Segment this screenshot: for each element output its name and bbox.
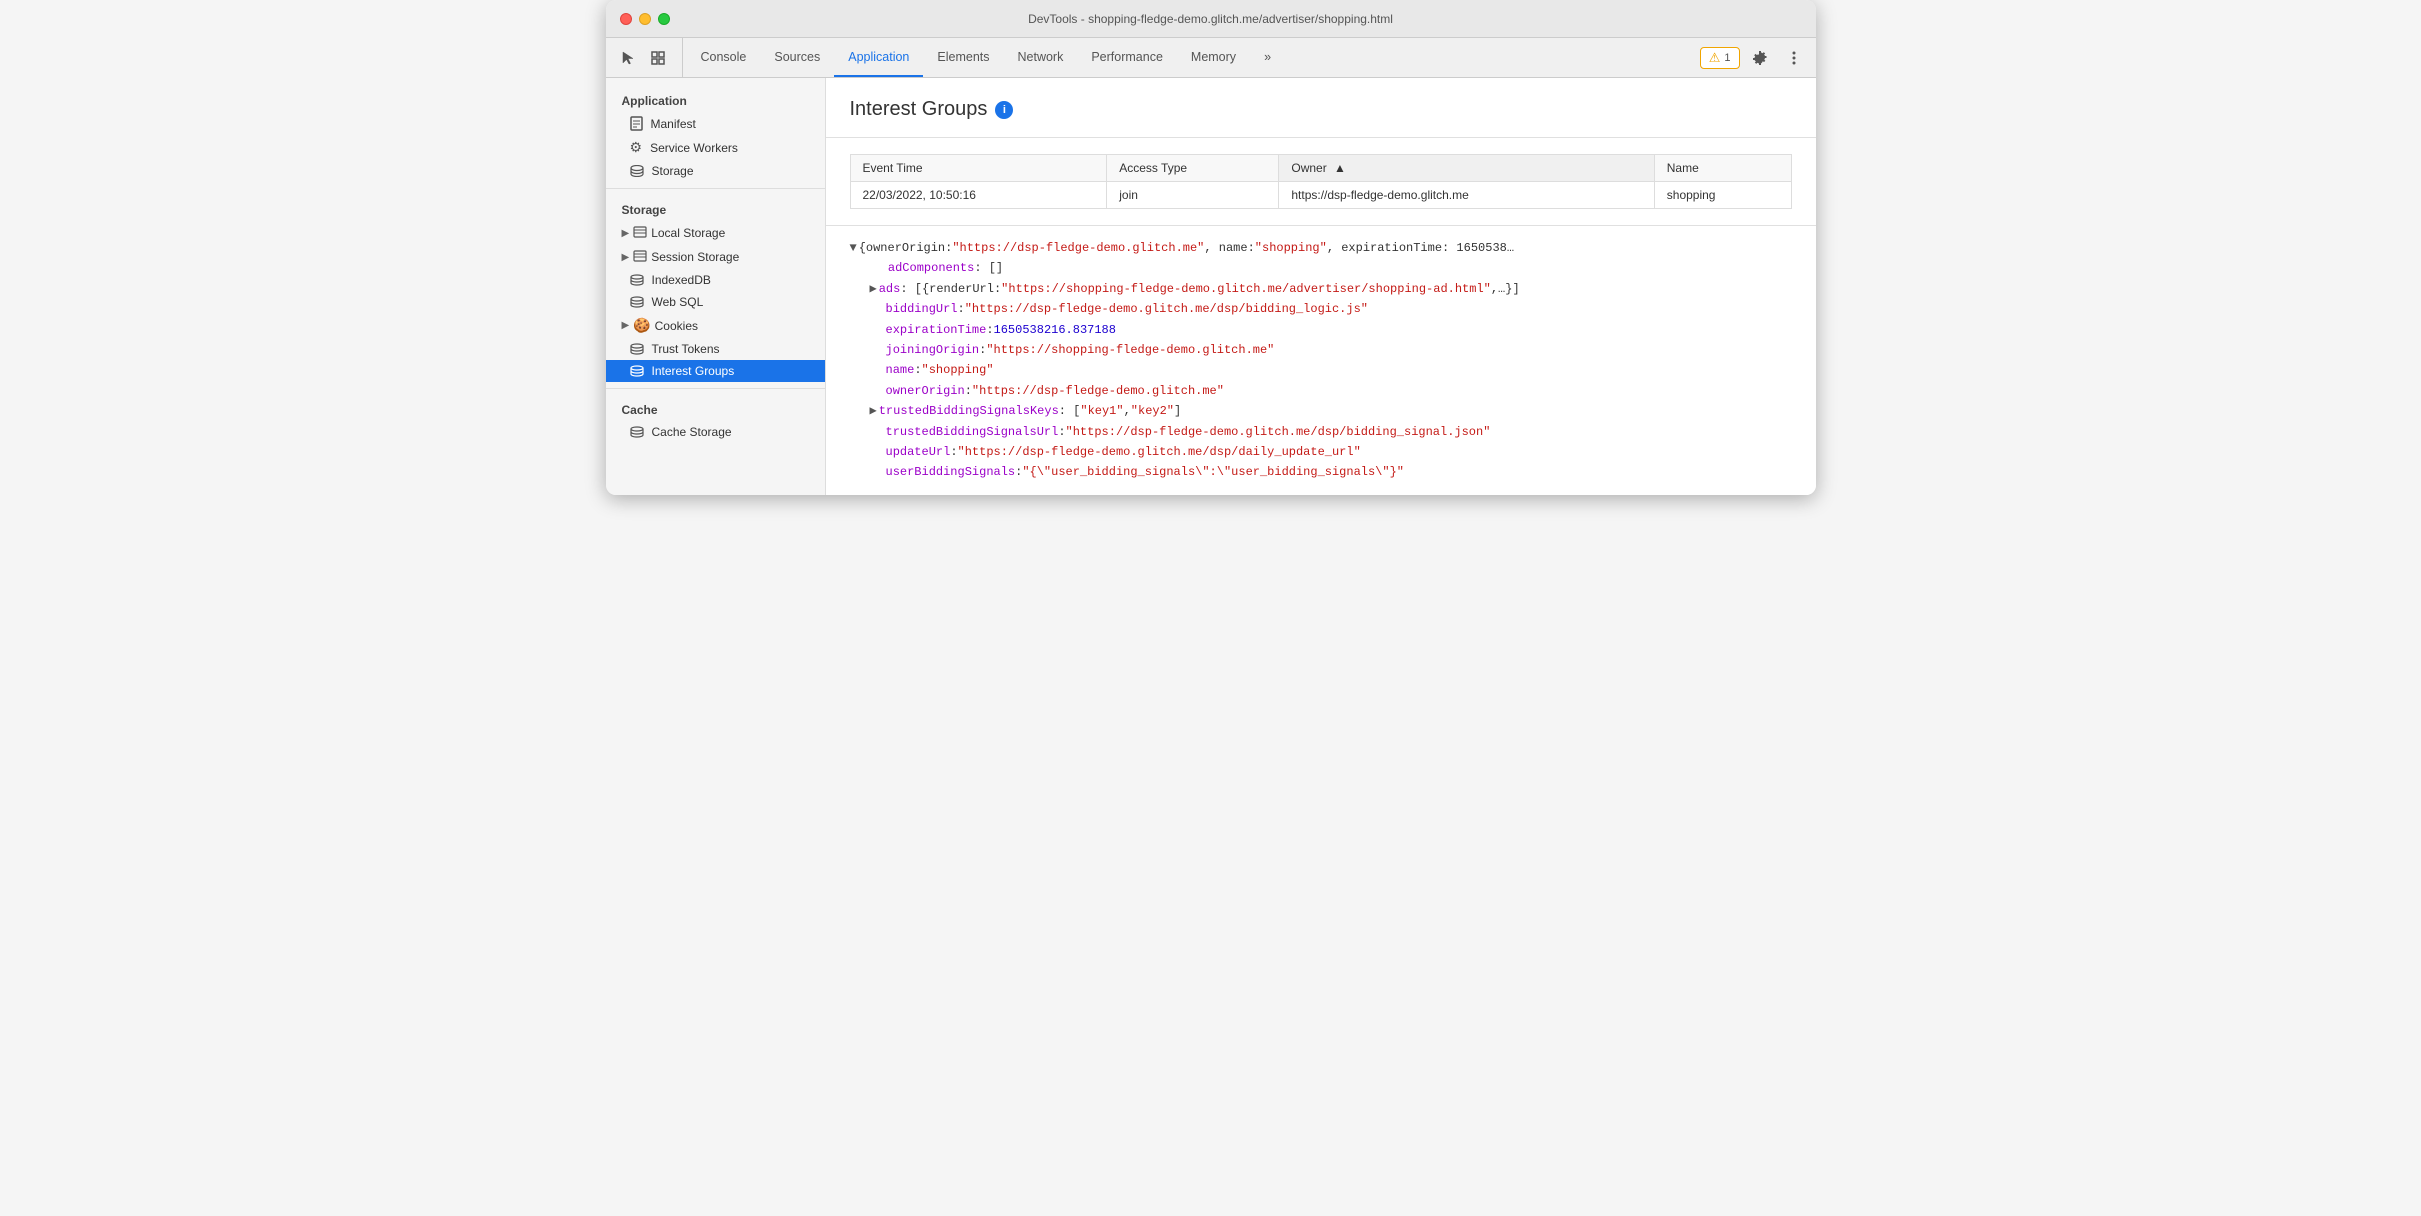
sidebar-item-manifest[interactable]: Manifest — [606, 112, 825, 135]
json-line-1: adComponents : [] — [870, 258, 1792, 278]
info-icon[interactable]: i — [995, 101, 1013, 119]
sidebar-section-cache: Cache — [606, 395, 825, 421]
json-toggle-8[interactable]: ▶ — [870, 401, 877, 421]
json-line-4: expirationTime : 1650538216.837188 — [870, 320, 1792, 340]
warning-icon: ⚠ — [1709, 50, 1721, 66]
sidebar-item-service-workers[interactable]: ⚙ Service Workers — [606, 135, 825, 160]
sidebar-divider-2 — [606, 388, 825, 389]
json-line-8: ▶ trustedBiddingSignalsKeys : ["key1", "… — [870, 401, 1792, 421]
sidebar-item-trust-tokens[interactable]: Trust Tokens — [606, 338, 825, 360]
sidebar-item-session-storage[interactable]: ▶ Session Storage — [606, 245, 825, 269]
indexeddb-icon — [630, 274, 644, 286]
cookies-arrow: ▶ — [622, 320, 630, 331]
tab-performance[interactable]: Performance — [1077, 38, 1177, 77]
main-area: Application Manifest ⚙ Service Workers S… — [606, 78, 1816, 495]
page-title: Interest Groups — [850, 98, 988, 121]
trust-tokens-icon — [630, 343, 644, 355]
toolbar: Console Sources Application Elements Net… — [606, 38, 1816, 78]
sidebar-item-cache-storage[interactable]: Cache Storage — [606, 421, 825, 443]
content-area: Interest Groups i Event Time Access Type — [826, 78, 1816, 495]
json-line-9: trustedBiddingSignalsUrl : "https://dsp-… — [870, 422, 1792, 442]
json-line-10: updateUrl : "https://dsp-fledge-demo.gli… — [870, 442, 1792, 462]
json-line-2: ▶ ads : [{renderUrl: "https://shopping-f… — [870, 279, 1792, 299]
json-line-5: joiningOrigin : "https://shopping-fledge… — [870, 340, 1792, 360]
manifest-icon — [630, 116, 643, 131]
sidebar: Application Manifest ⚙ Service Workers S… — [606, 78, 826, 495]
col-event-time[interactable]: Event Time — [850, 155, 1107, 182]
interest-groups-icon — [630, 365, 644, 377]
inspect-icon[interactable] — [644, 44, 672, 72]
warning-badge[interactable]: ⚠ 1 — [1700, 47, 1740, 69]
cursor-icon[interactable] — [614, 44, 642, 72]
table-row[interactable]: 22/03/2022, 10:50:16 join https://dsp-fl… — [850, 182, 1791, 209]
cell-name: shopping — [1654, 182, 1791, 209]
sidebar-item-indexeddb[interactable]: IndexedDB — [606, 269, 825, 291]
sidebar-item-local-storage[interactable]: ▶ Local Storage — [606, 221, 825, 245]
json-line-11: userBiddingSignals : "{\"user_bidding_si… — [870, 462, 1792, 482]
cell-owner: https://dsp-fledge-demo.glitch.me — [1279, 182, 1654, 209]
tab-application[interactable]: Application — [834, 38, 923, 77]
tab-network[interactable]: Network — [1004, 38, 1078, 77]
json-viewer: ▼ {ownerOrigin: "https://dsp-fledge-demo… — [826, 225, 1816, 495]
storage-top-icon — [630, 165, 644, 177]
cookies-icon: 🍪 — [633, 317, 650, 334]
titlebar: DevTools - shopping-fledge-demo.glitch.m… — [606, 0, 1816, 38]
cell-access-type: join — [1107, 182, 1279, 209]
tab-sources[interactable]: Sources — [760, 38, 834, 77]
maximize-button[interactable] — [658, 13, 670, 25]
more-options-button[interactable] — [1780, 44, 1808, 72]
session-storage-icon — [633, 249, 647, 265]
interest-groups-table: Event Time Access Type Owner ▲ Name — [850, 154, 1792, 209]
tab-more[interactable]: » — [1250, 38, 1285, 77]
sidebar-item-storage-top[interactable]: Storage — [606, 160, 825, 182]
toolbar-icons — [614, 38, 683, 77]
session-storage-arrow: ▶ — [622, 252, 630, 263]
web-sql-icon — [630, 296, 644, 308]
window-title: DevTools - shopping-fledge-demo.glitch.m… — [1028, 12, 1393, 26]
sidebar-item-cookies[interactable]: ▶ 🍪 Cookies — [606, 313, 825, 338]
toolbar-tabs: Console Sources Application Elements Net… — [687, 38, 1700, 77]
settings-button[interactable] — [1746, 44, 1774, 72]
sidebar-item-web-sql[interactable]: Web SQL — [606, 291, 825, 313]
json-line-3: biddingUrl : "https://dsp-fledge-demo.gl… — [870, 299, 1792, 319]
tab-memory[interactable]: Memory — [1177, 38, 1250, 77]
sort-arrow-icon: ▲ — [1334, 161, 1346, 175]
sidebar-section-application: Application — [606, 86, 825, 112]
close-button[interactable] — [620, 13, 632, 25]
tab-elements[interactable]: Elements — [923, 38, 1003, 77]
sidebar-divider-1 — [606, 188, 825, 189]
cell-event-time: 22/03/2022, 10:50:16 — [850, 182, 1107, 209]
devtools-window: DevTools - shopping-fledge-demo.glitch.m… — [606, 0, 1816, 495]
json-toggle-2[interactable]: ▶ — [870, 279, 877, 299]
service-workers-icon: ⚙ — [630, 139, 643, 156]
col-name[interactable]: Name — [1654, 155, 1791, 182]
minimize-button[interactable] — [639, 13, 651, 25]
json-line-7: ownerOrigin : "https://dsp-fledge-demo.g… — [870, 381, 1792, 401]
content-header: Interest Groups i — [826, 78, 1816, 138]
traffic-lights — [620, 13, 670, 25]
cache-storage-icon — [630, 426, 644, 438]
json-toggle-0[interactable]: ▼ — [850, 238, 857, 258]
json-line-0: ▼ {ownerOrigin: "https://dsp-fledge-demo… — [850, 238, 1792, 258]
sidebar-item-interest-groups[interactable]: Interest Groups — [606, 360, 825, 382]
interest-groups-table-container: Event Time Access Type Owner ▲ Name — [826, 138, 1816, 225]
col-owner[interactable]: Owner ▲ — [1279, 155, 1654, 182]
tab-console[interactable]: Console — [687, 38, 761, 77]
sidebar-section-storage: Storage — [606, 195, 825, 221]
local-storage-icon — [633, 225, 647, 241]
json-line-6: name : "shopping" — [870, 360, 1792, 380]
local-storage-arrow: ▶ — [622, 228, 630, 239]
toolbar-right: ⚠ 1 — [1700, 38, 1808, 77]
col-access-type[interactable]: Access Type — [1107, 155, 1279, 182]
